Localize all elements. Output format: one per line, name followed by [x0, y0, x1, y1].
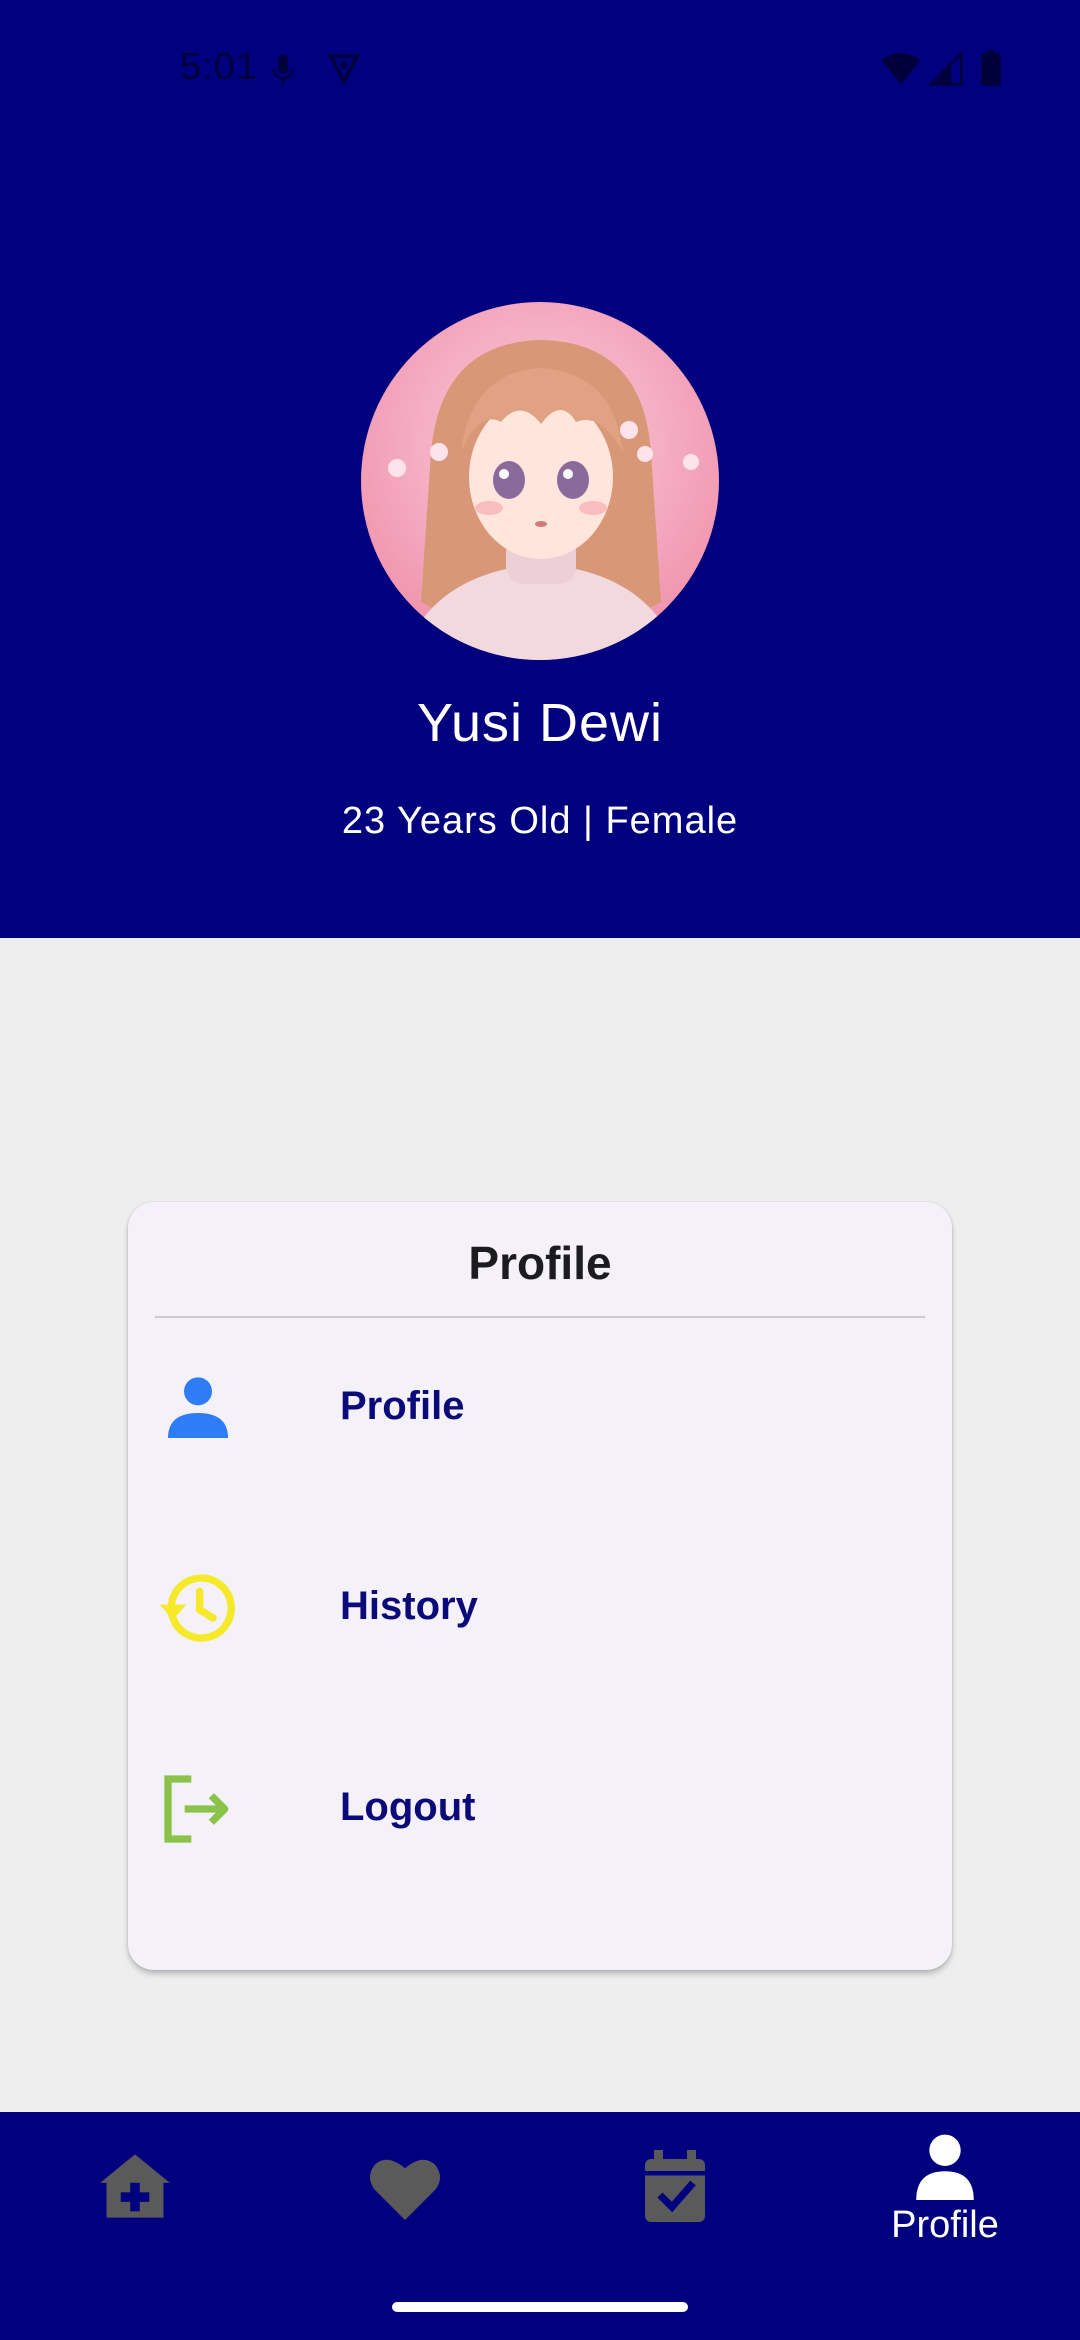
signal-icon: [927, 50, 964, 91]
status-bar: 5:01: [0, 0, 1080, 140]
card-divider: [155, 1316, 925, 1318]
menu-item-label: Logout: [340, 1785, 476, 1829]
battery-icon: [980, 50, 1002, 91]
card-title: Profile: [468, 1237, 612, 1289]
menu-item-history[interactable]: History: [128, 1538, 952, 1678]
nav-item-home[interactable]: [0, 2112, 270, 2340]
profile-screen: 5:01 Yusi Dewi 23 Years Old | Female Pro…: [0, 0, 1080, 2340]
nav-item-profile[interactable]: Profile: [810, 2112, 1080, 2340]
vpn-icon: [326, 50, 362, 91]
profile-header: 5:01 Yusi Dewi 23 Years Old | Female: [0, 0, 1080, 938]
home-medical-icon: [100, 2154, 170, 2218]
menu-item-profile[interactable]: Profile: [128, 1338, 952, 1478]
user-name: Yusi Dewi: [416, 693, 664, 753]
home-indicator[interactable]: [392, 2302, 688, 2312]
avatar: [361, 302, 719, 660]
calendar-check-icon: [645, 2150, 705, 2222]
nav-label-profile: Profile: [891, 2204, 999, 2246]
person-icon: [158, 1368, 238, 1448]
profile-menu-card: Profile Profile History Logout: [128, 1202, 952, 1970]
menu-item-label: Profile: [340, 1384, 465, 1428]
menu-item-label: History: [340, 1584, 478, 1628]
history-icon: [158, 1568, 238, 1648]
menu-item-logout[interactable]: Logout: [128, 1739, 952, 1879]
person-icon: [916, 2134, 974, 2200]
heart-icon: [369, 2159, 441, 2220]
logout-icon: [158, 1769, 238, 1849]
status-time: 5:01: [180, 46, 258, 88]
wifi-icon: [880, 52, 922, 91]
user-age-gender: 23 Years Old | Female: [341, 800, 739, 842]
mic-icon: [268, 52, 298, 93]
